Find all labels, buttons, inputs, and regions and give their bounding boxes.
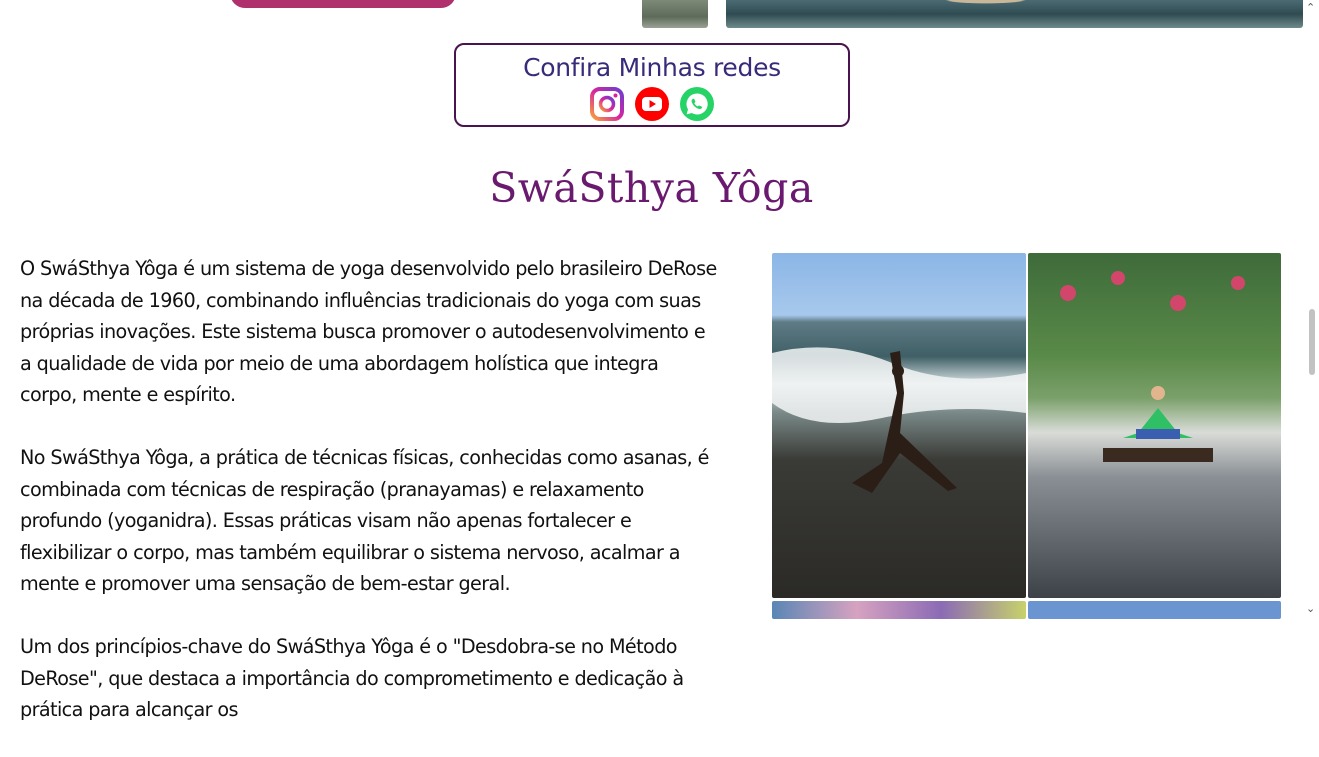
scroll-up-icon[interactable]: ⌃ (1306, 2, 1315, 14)
paragraph: O SwáSthya Yôga é um sistema de yoga des… (20, 257, 717, 407)
paragraph: No SwáSthya Yôga, a prática de técnicas … (20, 445, 709, 596)
photo-thumbnail (642, 0, 708, 28)
whatsapp-icon[interactable] (679, 86, 715, 122)
photo-yoga-beach[interactable] (772, 253, 1026, 598)
scrollbar-thumb[interactable] (1309, 309, 1315, 375)
photo-gallery (772, 253, 1281, 619)
social-icons (456, 86, 848, 122)
photo-yoga-garden[interactable] (1028, 253, 1281, 598)
cta-button[interactable] (230, 0, 456, 8)
instagram-icon[interactable] (589, 86, 625, 122)
photo-thumbnail[interactable] (1028, 601, 1281, 619)
photo-thumbnail[interactable] (772, 601, 1026, 619)
youtube-icon[interactable] (634, 86, 670, 122)
scroll-down-icon[interactable]: ⌄ (1306, 603, 1315, 615)
photo-banner (726, 0, 1303, 28)
paragraph: Um dos princípios-chave do SwáSthya Yôga… (20, 634, 684, 722)
top-strip (0, 0, 1303, 30)
article-text: O SwáSthya Yôga é um sistema de yoga des… (20, 253, 720, 757)
social-links-box: Confira Minhas redes (454, 43, 850, 127)
section-title: SwáSthya Yôga (489, 164, 814, 212)
social-title: Confira Minhas redes (523, 53, 781, 82)
vertical-scrollbar[interactable]: ⌃ ⌄ (1303, 0, 1319, 619)
